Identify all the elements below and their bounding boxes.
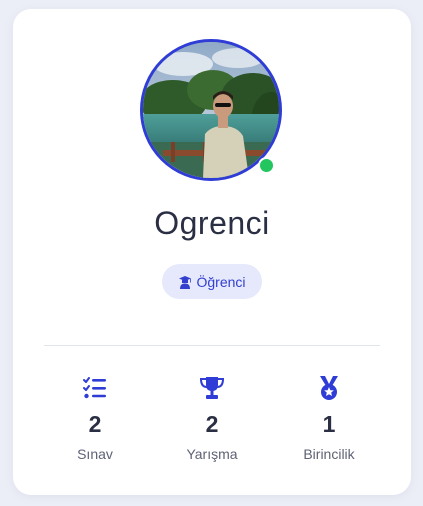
trophy-icon bbox=[157, 375, 267, 401]
stat-value: 2 bbox=[88, 411, 102, 437]
stat-label: Birincilik bbox=[303, 446, 355, 462]
role-label: Öğrenci bbox=[196, 273, 246, 290]
stat-exams: 2 Sınav bbox=[40, 375, 150, 462]
stat-value: 1 bbox=[322, 411, 336, 437]
profile-card: Ogrenci Öğrenci 2 Sınav 2 Yarışma 1 Biri… bbox=[13, 9, 411, 495]
stat-firsts: 1 Birincilik bbox=[274, 375, 384, 462]
stat-value: 2 bbox=[205, 411, 219, 437]
role-badge: Öğrenci bbox=[162, 264, 262, 299]
stat-label: Yarışma bbox=[186, 446, 238, 462]
medal-icon bbox=[274, 375, 384, 401]
stat-competitions: 2 Yarışma bbox=[157, 375, 267, 462]
profile-photo bbox=[143, 42, 279, 178]
profile-name: Ogrenci bbox=[154, 205, 270, 241]
online-status-dot bbox=[258, 157, 275, 174]
stat-label: Sınav bbox=[77, 446, 113, 462]
checklist-icon bbox=[40, 375, 150, 401]
divider bbox=[44, 345, 380, 346]
avatar-container bbox=[140, 39, 282, 181]
graduate-icon bbox=[178, 275, 192, 289]
